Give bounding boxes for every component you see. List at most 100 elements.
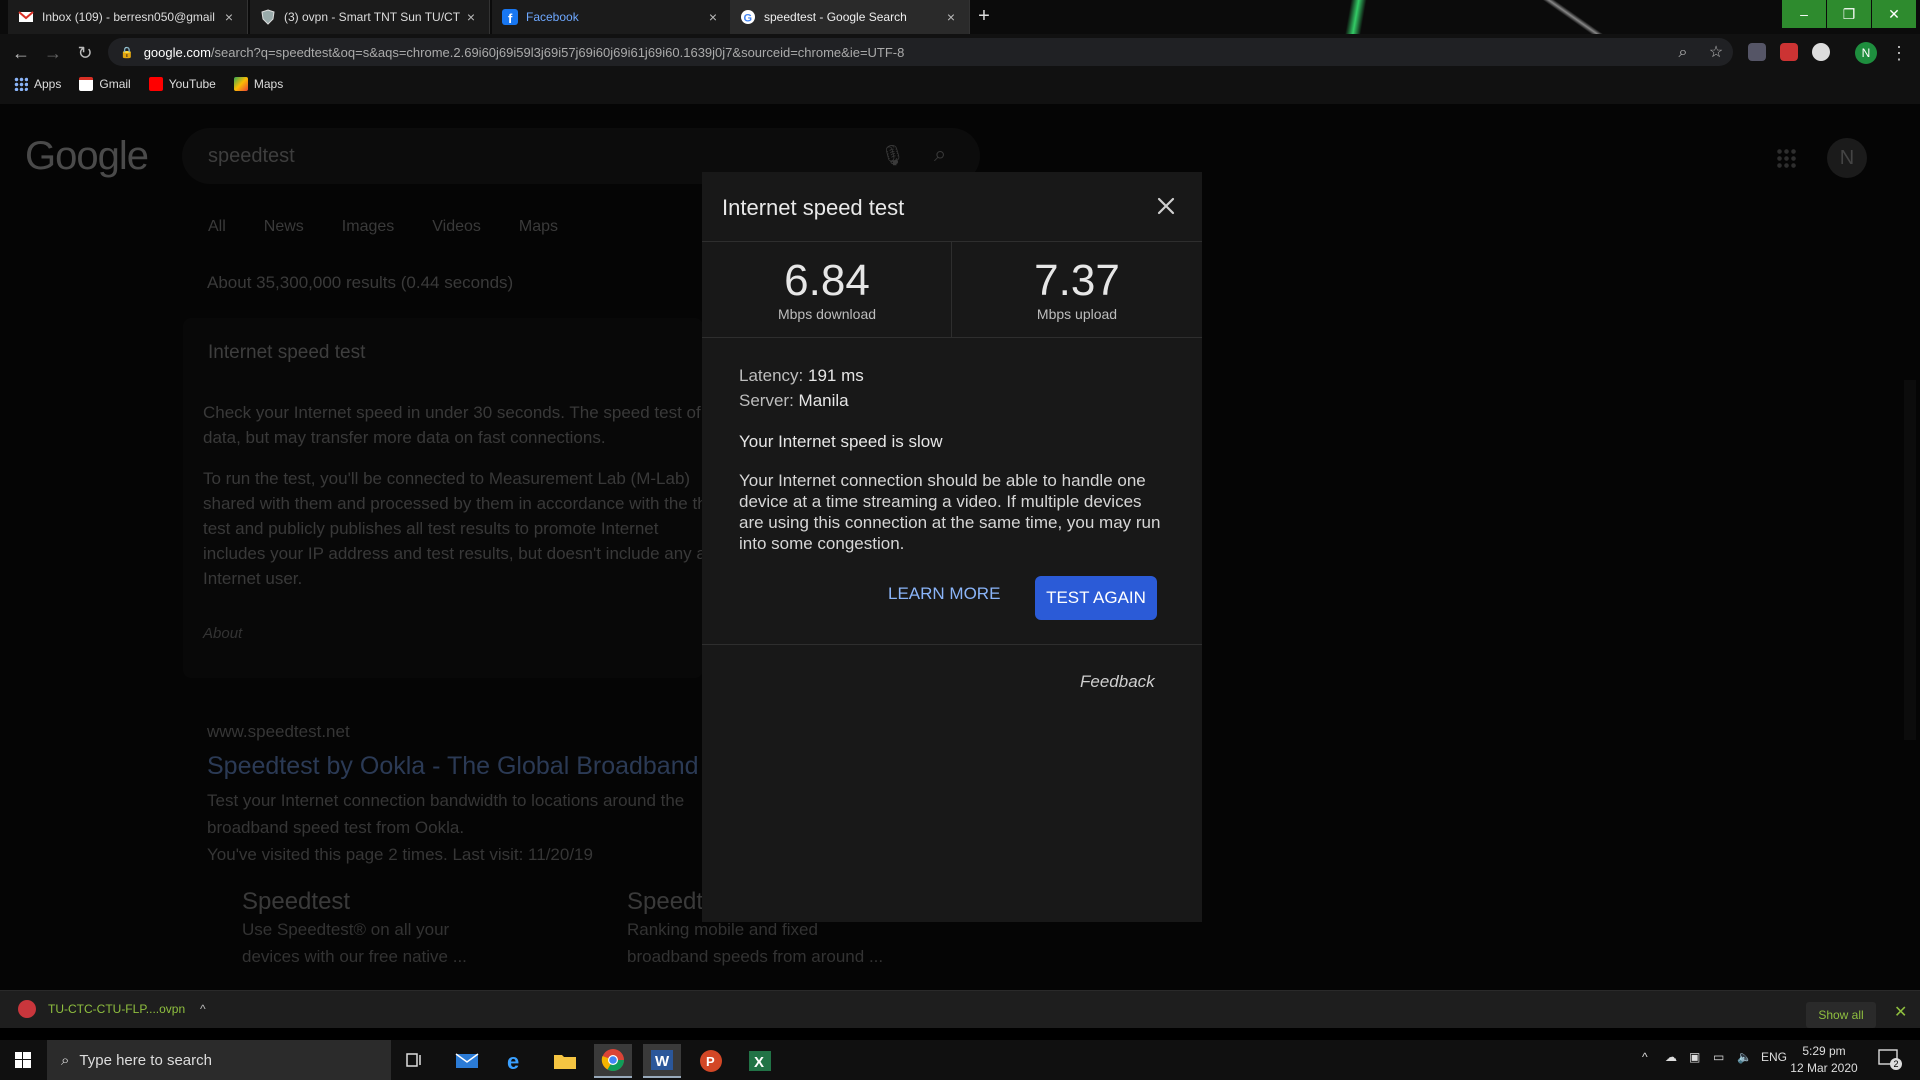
- download-filename: TU-CTC-CTU-FLP....ovpn: [48, 1002, 186, 1016]
- bookmarks-bar: Apps Gmail YouTube Maps: [0, 72, 301, 96]
- card-description: Check your Internet speed in under 30 se…: [203, 403, 701, 447]
- tab-ovpn[interactable]: (3) ovpn - Smart TNT Sun TU/CT ×: [250, 0, 490, 34]
- about-link[interactable]: About: [203, 625, 242, 642]
- microphone-icon[interactable]: 🎙: [880, 143, 905, 168]
- bookmark-maps[interactable]: Maps: [233, 77, 284, 91]
- excel-icon[interactable]: X: [741, 1044, 779, 1078]
- close-icon[interactable]: ×: [943, 9, 959, 25]
- show-all-button[interactable]: Show all: [1806, 1002, 1876, 1028]
- search-tabs: All News Images Videos Maps: [208, 218, 596, 236]
- close-window-button[interactable]: ✕: [1872, 0, 1916, 28]
- downloads-bar: [0, 990, 1920, 1028]
- file-explorer-icon[interactable]: [546, 1044, 584, 1078]
- clock-time: 5:29 pm: [1802, 1044, 1846, 1058]
- bookmark-label: YouTube: [168, 77, 216, 91]
- scrollbar[interactable]: [1904, 380, 1916, 740]
- new-tab-button[interactable]: +: [972, 5, 996, 29]
- divider: [702, 644, 1202, 645]
- youtube-icon: [148, 77, 163, 91]
- windows-start-icon[interactable]: [0, 1040, 46, 1080]
- search-query: speedtest: [208, 145, 295, 167]
- server-line: Server: Manila: [739, 391, 849, 411]
- test-again-button[interactable]: TEST AGAIN: [1035, 576, 1157, 620]
- sitelink[interactable]: Speedtest Use Speedtest® on all your dev…: [242, 888, 502, 970]
- tab-facebook[interactable]: f Facebook ×: [492, 0, 732, 34]
- download-label: Mbps download: [777, 306, 877, 322]
- feedback-link[interactable]: Feedback: [1080, 672, 1155, 692]
- tab-all[interactable]: All: [208, 218, 226, 236]
- shield-icon: [260, 9, 276, 25]
- download-speed: 6.84: [784, 256, 870, 305]
- result-title[interactable]: Speedtest by Ookla - The Global Broadban…: [207, 752, 699, 781]
- bookmark-label: Maps: [253, 77, 284, 91]
- language-indicator[interactable]: ENG: [1761, 1050, 1787, 1064]
- powerpoint-icon[interactable]: P: [692, 1044, 730, 1078]
- card-title: Internet speed test: [208, 342, 366, 363]
- close-icon[interactable]: [1152, 192, 1180, 220]
- server-value: Manila: [798, 391, 849, 410]
- bookmark-gmail[interactable]: Gmail: [79, 77, 131, 91]
- tab-images[interactable]: Images: [342, 218, 394, 236]
- back-icon[interactable]: ←: [10, 42, 32, 64]
- close-icon[interactable]: ×: [221, 9, 237, 25]
- mail-icon[interactable]: [448, 1044, 486, 1078]
- wallpaper-streak: [1320, 0, 1380, 34]
- tab-maps[interactable]: Maps: [519, 218, 558, 236]
- edge-icon[interactable]: e: [497, 1044, 535, 1078]
- zoom-icon[interactable]: ⌕: [1672, 42, 1694, 64]
- upload-label: Mbps upload: [1036, 306, 1118, 322]
- minimize-button[interactable]: –: [1782, 0, 1826, 28]
- svg-text:f: f: [508, 11, 513, 25]
- restore-button[interactable]: ❐: [1827, 0, 1871, 28]
- taskbar-search[interactable]: ⌕ Type here to search: [47, 1040, 391, 1080]
- task-view-icon[interactable]: [396, 1044, 434, 1078]
- server-label: Server:: [739, 391, 794, 410]
- svg-text:G: G: [744, 13, 753, 25]
- chrome-icon[interactable]: [594, 1044, 632, 1078]
- learn-more-link[interactable]: LEARN MORE: [888, 584, 1000, 604]
- notification-icon[interactable]: 2: [1876, 1046, 1902, 1072]
- tab-videos[interactable]: Videos: [432, 218, 481, 236]
- extension-icon[interactable]: [1748, 43, 1766, 61]
- result-url[interactable]: www.speedtest.net: [207, 722, 350, 742]
- svg-text:X: X: [754, 1054, 764, 1071]
- monitor-icon[interactable]: ▭: [1713, 1050, 1724, 1064]
- google-logo[interactable]: Google: [25, 134, 149, 179]
- search-icon[interactable]: ⌕: [934, 141, 946, 167]
- sitelink-title[interactable]: Speedtest: [242, 888, 502, 916]
- profile-avatar[interactable]: N: [1855, 42, 1877, 64]
- extension-icon[interactable]: [1780, 43, 1798, 61]
- menu-icon[interactable]: ⋮: [1888, 42, 1910, 64]
- bookmark-youtube[interactable]: YouTube: [148, 77, 216, 91]
- tab-gmail[interactable]: Inbox (109) - berresn050@gmail ×: [8, 0, 248, 34]
- gmail-icon: [79, 77, 94, 91]
- url-host: google.com: [143, 44, 211, 60]
- volume-icon[interactable]: 🔈: [1737, 1050, 1752, 1064]
- close-icon[interactable]: ✕: [1894, 1002, 1907, 1022]
- star-icon[interactable]: ☆: [1705, 42, 1727, 64]
- taskbar-clock[interactable]: 5:29 pm 12 Mar 2020: [1788, 1043, 1860, 1077]
- result-snippet: Test your Internet connection bandwidth …: [207, 787, 727, 868]
- chevron-up-icon[interactable]: ^: [200, 1002, 206, 1016]
- speedtest-dialog: Internet speed test 6.84 Mbps download 7…: [702, 172, 1202, 922]
- forward-icon[interactable]: →: [42, 42, 64, 64]
- download-item[interactable]: TU-CTC-CTU-FLP....ovpn: [18, 1000, 185, 1018]
- close-icon[interactable]: ×: [705, 9, 721, 25]
- latency-label: Latency:: [739, 366, 804, 385]
- tab-news[interactable]: News: [264, 218, 304, 236]
- google-apps-icon[interactable]: [1776, 148, 1798, 170]
- network-icon[interactable]: ▣: [1689, 1050, 1700, 1064]
- word-icon[interactable]: W: [643, 1044, 681, 1078]
- close-icon[interactable]: ×: [463, 9, 479, 25]
- chevron-up-icon[interactable]: ^: [1642, 1050, 1648, 1064]
- clock-date: 12 Mar 2020: [1790, 1061, 1858, 1075]
- reload-icon[interactable]: ↻: [74, 42, 96, 64]
- extension-icon[interactable]: [1812, 43, 1830, 61]
- tab-label: Inbox (109) - berresn050@gmail: [42, 10, 215, 24]
- onedrive-icon[interactable]: ☁: [1665, 1050, 1677, 1064]
- address-bar[interactable]: 🔒 google.com/search?q=speedtest&oq=s&aqs…: [108, 38, 1733, 66]
- account-avatar[interactable]: N: [1827, 138, 1867, 178]
- bookmark-apps[interactable]: Apps: [14, 77, 61, 91]
- tab-speedtest[interactable]: G speedtest - Google Search ×: [730, 0, 970, 34]
- sitelink-desc: Use Speedtest® on all your devices with …: [242, 920, 467, 966]
